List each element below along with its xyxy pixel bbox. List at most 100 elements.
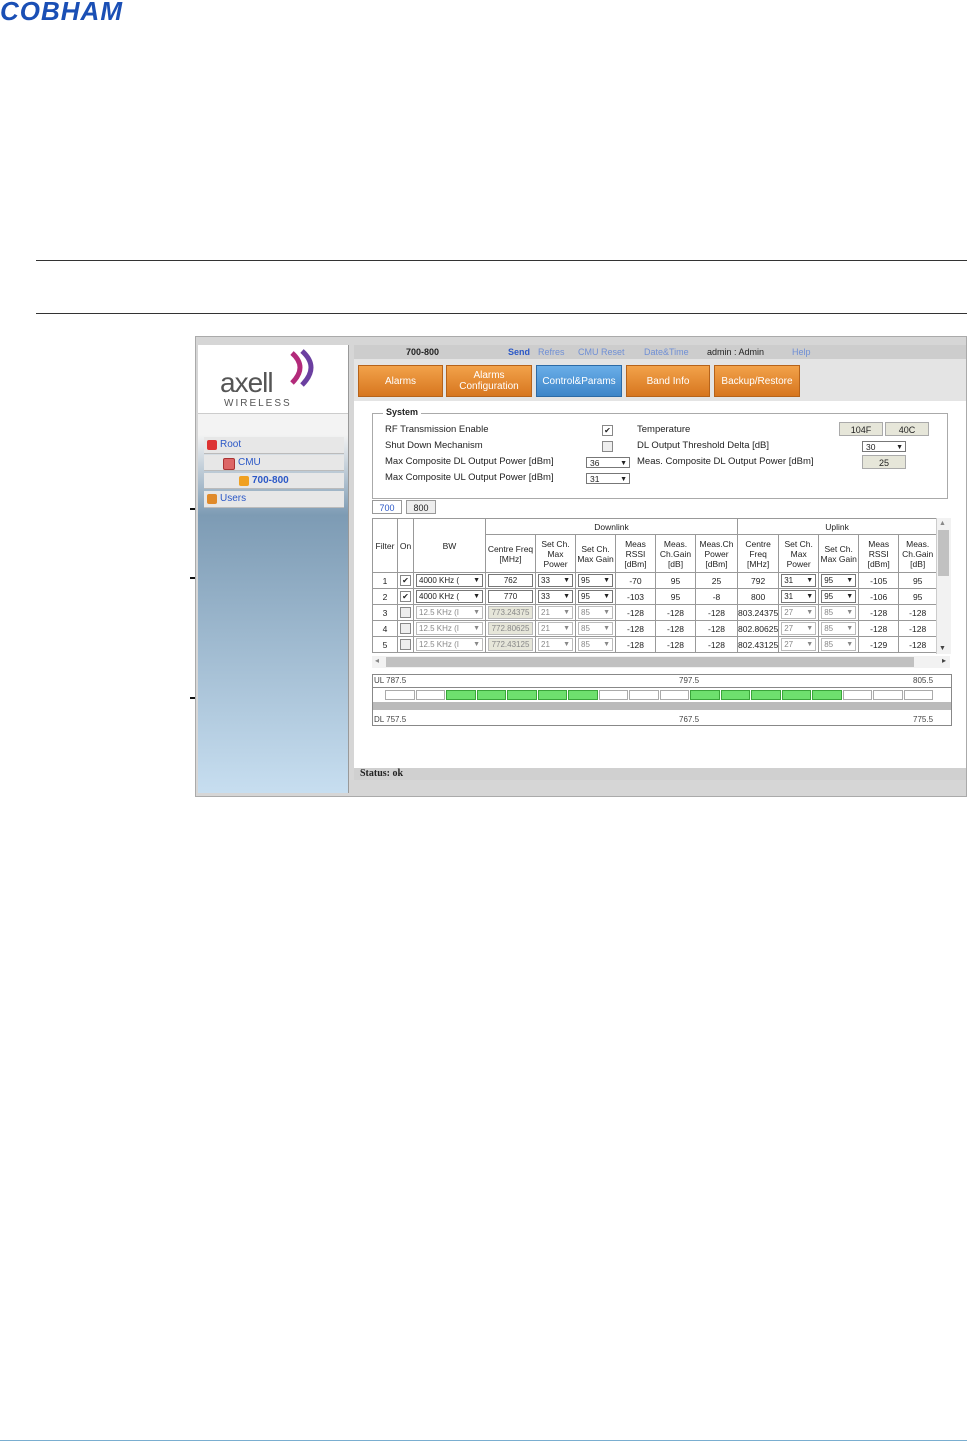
cell-ul-setmax[interactable]: 31 ▼ — [778, 588, 820, 605]
dl-setmax-select[interactable]: 33 ▼ — [538, 590, 573, 603]
cell-ul-setmax[interactable]: 27 ▼ — [778, 604, 820, 621]
hscroll-thumb[interactable] — [386, 657, 914, 667]
cell-dl-setgain[interactable]: 85 ▼ — [575, 604, 616, 621]
cell-dl-setmax[interactable]: 21 ▼ — [535, 636, 576, 653]
cell-ul-setmax[interactable]: 27 ▼ — [778, 636, 820, 653]
dl-setmax-select[interactable]: 21 ▼ — [538, 638, 573, 651]
bw-select[interactable]: 4000 KHz (▼ — [416, 590, 483, 603]
dl-setgain-select[interactable]: 85 ▼ — [578, 606, 613, 619]
scroll-left-icon[interactable]: ◂ — [375, 656, 379, 665]
dl-freq-input[interactable]: 772.43125 — [488, 638, 533, 651]
dl-setmax-select[interactable]: 21 ▼ — [538, 606, 573, 619]
horizontal-scrollbar[interactable]: ◂ ▸ — [372, 656, 950, 668]
dl-setgain-select[interactable]: 95 ▼ — [578, 574, 613, 587]
cell-on[interactable] — [397, 636, 414, 653]
band-tab-800[interactable]: 800 — [406, 500, 436, 514]
datetime-link[interactable]: Date&Time — [644, 345, 689, 359]
cell-dl-setgain[interactable]: 95 ▼ — [575, 572, 616, 589]
cell-dl-setmax[interactable]: 33 ▼ — [535, 588, 576, 605]
cell-dl-freq[interactable]: 773.24375 — [485, 604, 536, 621]
tree-item-cmu[interactable]: CMU — [204, 455, 344, 471]
dl-freq-input[interactable]: 772.80625 — [488, 622, 533, 635]
dl-setmax-select[interactable]: 33 ▼ — [538, 574, 573, 587]
rf-enable-checkbox[interactable]: ✔ — [602, 425, 613, 436]
filter-on-checkbox[interactable] — [400, 607, 411, 618]
ul-setmax-select[interactable]: 31 ▼ — [781, 590, 817, 603]
tree-item-users[interactable]: Users — [204, 491, 344, 508]
cell-on[interactable]: ✔ — [397, 588, 414, 605]
cell-dl-setmax[interactable]: 33 ▼ — [535, 572, 576, 589]
cmu-reset-link[interactable]: CMU Reset — [578, 345, 625, 359]
refresh-link[interactable]: Refres — [538, 345, 565, 359]
filter-on-checkbox[interactable]: ✔ — [400, 591, 411, 602]
max-ul-select[interactable]: 31 ▼ — [586, 473, 630, 484]
cell-ul-setmax[interactable]: 31 ▼ — [778, 572, 820, 589]
scroll-thumb[interactable] — [938, 530, 949, 576]
vertical-scrollbar[interactable]: ▲ ▼ — [936, 518, 951, 654]
cell-on[interactable] — [397, 620, 414, 637]
dl-setmax-select[interactable]: 21 ▼ — [538, 622, 573, 635]
ul-setmax-select[interactable]: 27 ▼ — [781, 606, 817, 619]
cell-on[interactable]: ✔ — [397, 572, 414, 589]
cell-bw[interactable]: 4000 KHz (▼ — [413, 588, 486, 605]
cell-ul-setgain[interactable]: 85 ▼ — [818, 636, 860, 653]
dl-freq-input[interactable]: 770 — [488, 590, 533, 603]
ul-setgain-select[interactable]: 85 ▼ — [821, 622, 857, 635]
dl-freq-input[interactable]: 773.24375 — [488, 606, 533, 619]
tab-alarms[interactable]: Alarms — [358, 365, 443, 397]
help-link[interactable]: Help — [792, 345, 811, 359]
tree-item-700-800[interactable]: 700-800 — [204, 473, 344, 489]
cell-ul-setgain[interactable]: 85 ▼ — [818, 604, 860, 621]
tab-control-params[interactable]: Control&Params — [536, 365, 622, 397]
cell-bw[interactable]: 12.5 KHz (I ▼ — [413, 604, 486, 621]
cell-bw[interactable]: 12.5 KHz (I ▼ — [413, 636, 486, 653]
cell-dl-freq[interactable]: 770 — [485, 588, 536, 605]
band-tab-700[interactable]: 700 — [372, 500, 402, 514]
spectrum-channel-cell — [690, 690, 720, 700]
cell-dl-freq[interactable]: 762 — [485, 572, 536, 589]
send-link[interactable]: Send — [508, 345, 530, 359]
cell-dl-setgain[interactable]: 85 ▼ — [575, 620, 616, 637]
filter-on-checkbox[interactable] — [400, 623, 411, 634]
tree-item-root[interactable]: Root — [204, 437, 344, 454]
tab-band-info[interactable]: Band Info — [626, 365, 710, 397]
cell-on[interactable] — [397, 604, 414, 621]
cell-dl-freq[interactable]: 772.80625 — [485, 620, 536, 637]
bw-select[interactable]: 12.5 KHz (I ▼ — [416, 622, 483, 635]
max-dl-select[interactable]: 36 ▼ — [586, 457, 630, 468]
ul-setmax-select[interactable]: 27 ▼ — [781, 638, 817, 651]
dl-setgain-select[interactable]: 95 ▼ — [578, 590, 613, 603]
ul-setgain-select[interactable]: 85 ▼ — [821, 638, 857, 651]
dl-setgain-select[interactable]: 85 ▼ — [578, 638, 613, 651]
cell-dl-freq[interactable]: 772.43125 — [485, 636, 536, 653]
bw-select[interactable]: 12.5 KHz (I ▼ — [416, 638, 483, 651]
ul-setgain-select[interactable]: 95 ▼ — [821, 574, 857, 587]
tab-alarms-configuration[interactable]: Alarms Configuration — [446, 365, 532, 397]
cell-dl-setmax[interactable]: 21 ▼ — [535, 604, 576, 621]
cell-ul-setgain[interactable]: 95 ▼ — [818, 588, 860, 605]
bw-select[interactable]: 4000 KHz (▼ — [416, 574, 483, 587]
ul-setgain-select[interactable]: 85 ▼ — [821, 606, 857, 619]
ul-setgain-select[interactable]: 95 ▼ — [821, 590, 857, 603]
dl-threshold-select[interactable]: 30 ▼ — [862, 441, 906, 452]
cell-dl-setgain[interactable]: 85 ▼ — [575, 636, 616, 653]
cell-bw[interactable]: 4000 KHz (▼ — [413, 572, 486, 589]
filter-on-checkbox[interactable]: ✔ — [400, 575, 411, 586]
cell-dl-setgain[interactable]: 95 ▼ — [575, 588, 616, 605]
cell-dl-setmax[interactable]: 21 ▼ — [535, 620, 576, 637]
cell-ul-setgain[interactable]: 95 ▼ — [818, 572, 860, 589]
cell-ul-setmax[interactable]: 27 ▼ — [778, 620, 820, 637]
shutdown-checkbox[interactable] — [602, 441, 613, 452]
ul-setmax-select[interactable]: 27 ▼ — [781, 622, 817, 635]
dl-setgain-select[interactable]: 85 ▼ — [578, 622, 613, 635]
scroll-right-icon[interactable]: ▸ — [942, 656, 946, 665]
scroll-up-icon[interactable]: ▲ — [939, 520, 946, 527]
dl-freq-input[interactable]: 762 — [488, 574, 533, 587]
ul-setmax-select[interactable]: 31 ▼ — [781, 574, 817, 587]
scroll-down-icon[interactable]: ▼ — [939, 645, 946, 652]
cell-ul-setgain[interactable]: 85 ▼ — [818, 620, 860, 637]
cell-bw[interactable]: 12.5 KHz (I ▼ — [413, 620, 486, 637]
bw-select[interactable]: 12.5 KHz (I ▼ — [416, 606, 483, 619]
tab-backup-restore[interactable]: Backup/Restore — [714, 365, 800, 397]
filter-on-checkbox[interactable] — [400, 639, 411, 650]
